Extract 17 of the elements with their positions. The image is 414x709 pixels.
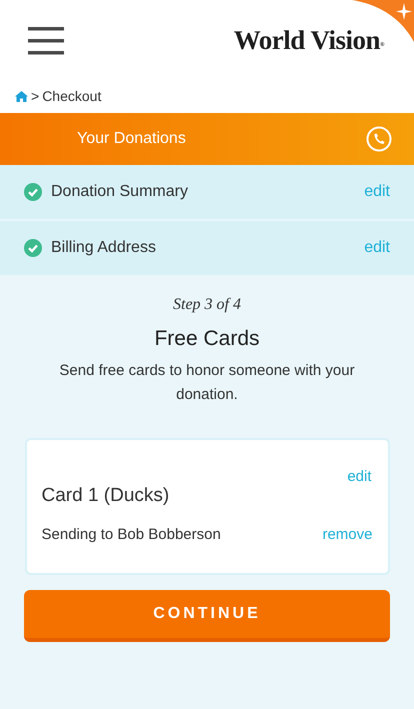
banner-title: Your Donations (77, 129, 186, 149)
breadcrumb-current: Checkout (42, 87, 102, 106)
edit-link[interactable]: edit (364, 180, 390, 204)
card-recipient: Sending to Bob Bobberson (42, 525, 221, 545)
breadcrumb-separator: > (31, 87, 40, 106)
edit-link[interactable]: edit (347, 466, 372, 488)
remove-link[interactable]: remove (322, 524, 372, 546)
phone-icon[interactable] (366, 126, 392, 152)
continue-button[interactable]: CONTINUE (24, 590, 390, 642)
edit-link[interactable]: edit (364, 236, 390, 260)
step-title: Free Cards (154, 326, 260, 352)
menu-icon[interactable] (28, 25, 64, 55)
step-label: Donation Summary (51, 182, 189, 202)
step-label: Billing Address (51, 238, 157, 258)
step-description: Send free cards to honor someone with your donation. (58, 360, 356, 404)
card-title: Card 1 (Ducks) (42, 484, 170, 508)
home-icon[interactable] (15, 91, 28, 102)
